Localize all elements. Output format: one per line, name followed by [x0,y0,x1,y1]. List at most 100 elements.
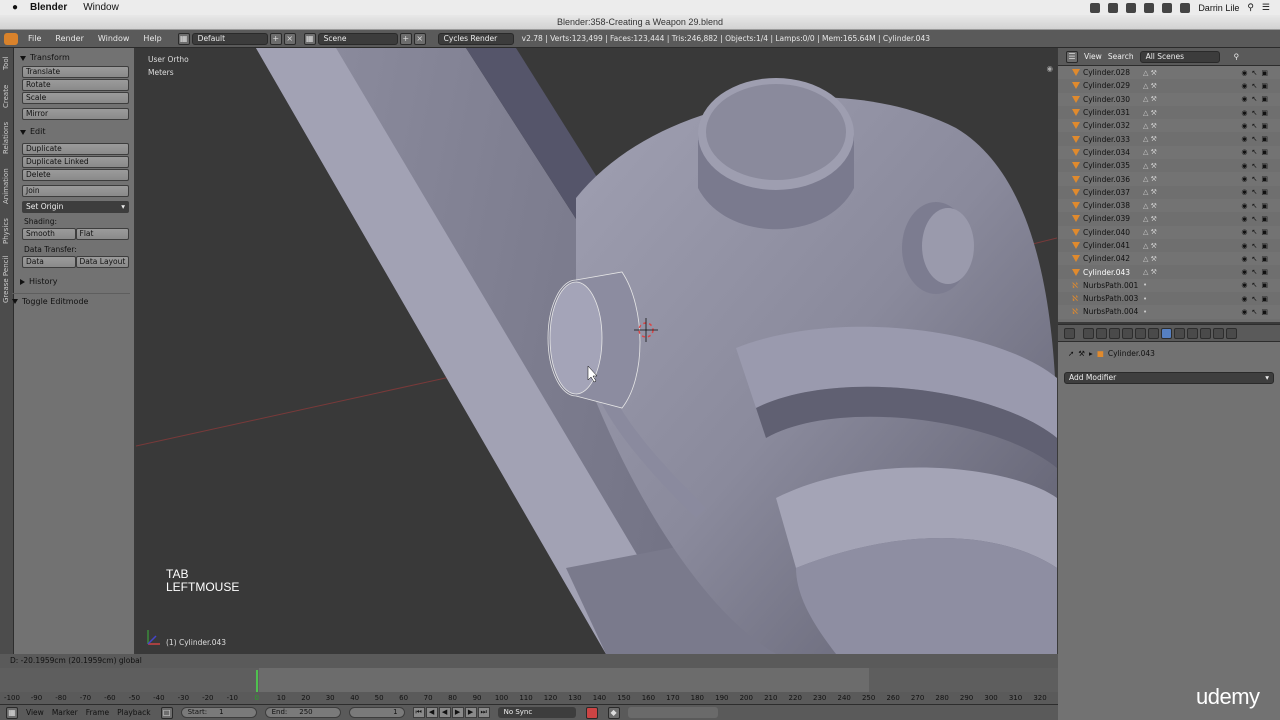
modifier-icon[interactable]: △ ⚒ [1143,162,1165,170]
outliner-item-name[interactable]: Cylinder.038 [1083,201,1135,210]
cursor-icon[interactable]: ↖ [1252,228,1258,236]
cursor-icon[interactable]: ↖ [1252,202,1258,210]
eye-icon[interactable]: ◉ [1241,69,1247,77]
camera-icon[interactable]: ▣ [1261,281,1268,289]
record-icon[interactable] [585,706,598,719]
modifier-icon[interactable]: △ ⚒ [1143,95,1165,103]
camera-icon[interactable]: ▣ [1261,82,1268,90]
outliner-row[interactable]: Cylinder.030 △ ⚒ ◉ ↖ ▣ [1058,92,1280,106]
outliner-item-name[interactable]: NurbsPath.001 [1083,281,1138,290]
outliner-item-name[interactable]: Cylinder.043 [1083,268,1135,277]
cursor-icon[interactable]: ↖ [1252,82,1258,90]
modifier-icon[interactable]: △ ⚒ [1143,202,1165,210]
camera-icon[interactable]: ▣ [1261,228,1268,236]
outliner-filter-select[interactable]: All Scenes [1139,50,1220,63]
camera-icon[interactable]: ▣ [1261,268,1268,276]
tab-relations[interactable]: Relations [2,118,12,158]
menu-window[interactable]: Window [98,34,130,43]
outliner-item-name[interactable]: Cylinder.042 [1083,254,1135,263]
blender-logo-icon[interactable] [4,32,18,45]
outliner-row[interactable]: Cylinder.034 △ ⚒ ◉ ↖ ▣ [1058,145,1280,160]
eye-icon[interactable]: ◉ [1241,228,1247,236]
camera-icon[interactable]: ▣ [1261,215,1268,223]
remove-layout-icon[interactable]: × [283,32,296,45]
outliner-type-icon[interactable]: ☰ [1066,50,1078,63]
eye-icon[interactable]: ◉ [1241,148,1247,156]
menu-file[interactable]: File [28,34,41,43]
cursor-icon[interactable]: ↖ [1252,69,1258,77]
material-tab-icon[interactable] [1187,327,1198,339]
modifier-icon[interactable]: △ ⚒ [1143,188,1165,196]
outliner-row[interactable]: Cylinder.040 △ ⚒ ◉ ↖ ▣ [1058,225,1280,239]
cursor-icon[interactable]: ↖ [1252,281,1258,289]
modifier-icon[interactable]: △ ⚒ [1143,228,1165,236]
eye-icon[interactable]: ◉ [1241,109,1247,117]
camera-icon[interactable]: ▣ [1261,135,1268,143]
tab-animation[interactable]: Animation [2,164,12,208]
modifier-icon[interactable]: △ ⚒ [1143,215,1165,223]
rotate-button[interactable]: Rotate [22,79,129,91]
cursor-icon[interactable]: ↖ [1252,148,1258,156]
camera-icon[interactable]: ▣ [1261,202,1268,210]
cursor-icon[interactable]: ↖ [1252,95,1258,103]
edit-panel-header[interactable]: Edit [20,125,130,139]
timeline-marker-menu[interactable]: Marker [52,708,78,717]
scene-select[interactable]: Scene [317,32,398,45]
scale-button[interactable]: Scale [22,92,129,104]
outliner-row[interactable]: Cylinder.028 △ ⚒ ◉ ↖ ▣ [1058,66,1280,80]
properties-type-icon[interactable] [1064,327,1075,339]
render-layers-tab-icon[interactable] [1096,327,1107,339]
camera-icon[interactable]: ▣ [1261,122,1268,130]
modifier-icon[interactable]: △ ⚒ [1143,175,1165,183]
preview-range-icon[interactable]: □ [160,706,173,719]
tab-create[interactable]: Create [2,80,12,112]
cursor-icon[interactable]: ↖ [1252,109,1258,117]
duplicate-linked-button[interactable]: Duplicate Linked [22,156,129,168]
modifier-icon[interactable]: △ ⚒ [1143,255,1165,263]
eye-icon[interactable]: ◉ [1241,162,1247,170]
cursor-icon[interactable]: ↖ [1252,295,1258,303]
modifier-icon[interactable]: • [1143,295,1165,303]
outliner-row[interactable]: Cylinder.031 △ ⚒ ◉ ↖ ▣ [1058,106,1280,119]
camera-icon[interactable]: ▣ [1261,188,1268,196]
timeline-frame-menu[interactable]: Frame [86,708,109,717]
outliner-item-name[interactable]: Cylinder.034 [1083,148,1135,157]
data-tab-icon[interactable] [1174,327,1185,339]
timeline-type-icon[interactable]: ▦ [6,706,18,719]
tab-physics[interactable]: Physics [2,214,12,248]
render-tab-icon[interactable] [1083,327,1094,339]
cursor-icon[interactable]: ↖ [1252,188,1258,196]
eye-icon[interactable]: ◉ [1241,295,1247,303]
eye-icon[interactable]: ◉ [1241,188,1247,196]
cursor-icon[interactable]: ↖ [1252,268,1258,276]
cursor-icon[interactable]: ↖ [1252,308,1258,316]
app-menu[interactable]: Blender [30,2,67,13]
apple-menu-icon[interactable]: ● [0,2,30,13]
menu-help[interactable]: Help [143,34,161,43]
cursor-icon[interactable]: ↖ [1252,162,1258,170]
window-menu[interactable]: Window [83,2,119,13]
outliner-item-name[interactable]: Cylinder.039 [1083,214,1135,223]
jump-end-icon[interactable]: ⏭ [477,707,490,718]
modifier-icon[interactable]: • [1143,281,1165,289]
timeline-playback-menu[interactable]: Playback [117,708,150,717]
cursor-icon[interactable]: ↖ [1252,122,1258,130]
modifier-icon[interactable]: △ ⚒ [1143,109,1165,117]
jump-start-icon[interactable]: ⏮ [412,707,425,718]
toggle-editmode-header[interactable]: Toggle Editmode [12,293,130,307]
camera-icon[interactable]: ▣ [1261,242,1268,250]
outliner-item-name[interactable]: NurbsPath.003 [1083,294,1138,303]
add-scene-icon[interactable]: + [399,32,412,45]
outliner-item-name[interactable]: Cylinder.037 [1083,188,1135,197]
outliner-item-name[interactable]: Cylinder.029 [1083,81,1135,90]
eye-icon[interactable]: ◉ [1241,95,1247,103]
camera-icon[interactable]: ▣ [1261,308,1268,316]
3d-viewport[interactable]: User Ortho Meters TAB LEFTMOUSE (1) Cyli… [136,48,1057,654]
eye-icon[interactable]: ◉ [1241,135,1247,143]
keying-set-select[interactable] [627,707,718,718]
user-name[interactable]: Darrin Lile [1198,3,1239,13]
modifier-icon[interactable]: △ ⚒ [1143,69,1165,77]
next-keyframe-icon[interactable]: ▶ [464,707,477,718]
list-icon[interactable]: ☰ [1262,2,1270,13]
modifier-icon[interactable]: △ ⚒ [1143,242,1165,250]
